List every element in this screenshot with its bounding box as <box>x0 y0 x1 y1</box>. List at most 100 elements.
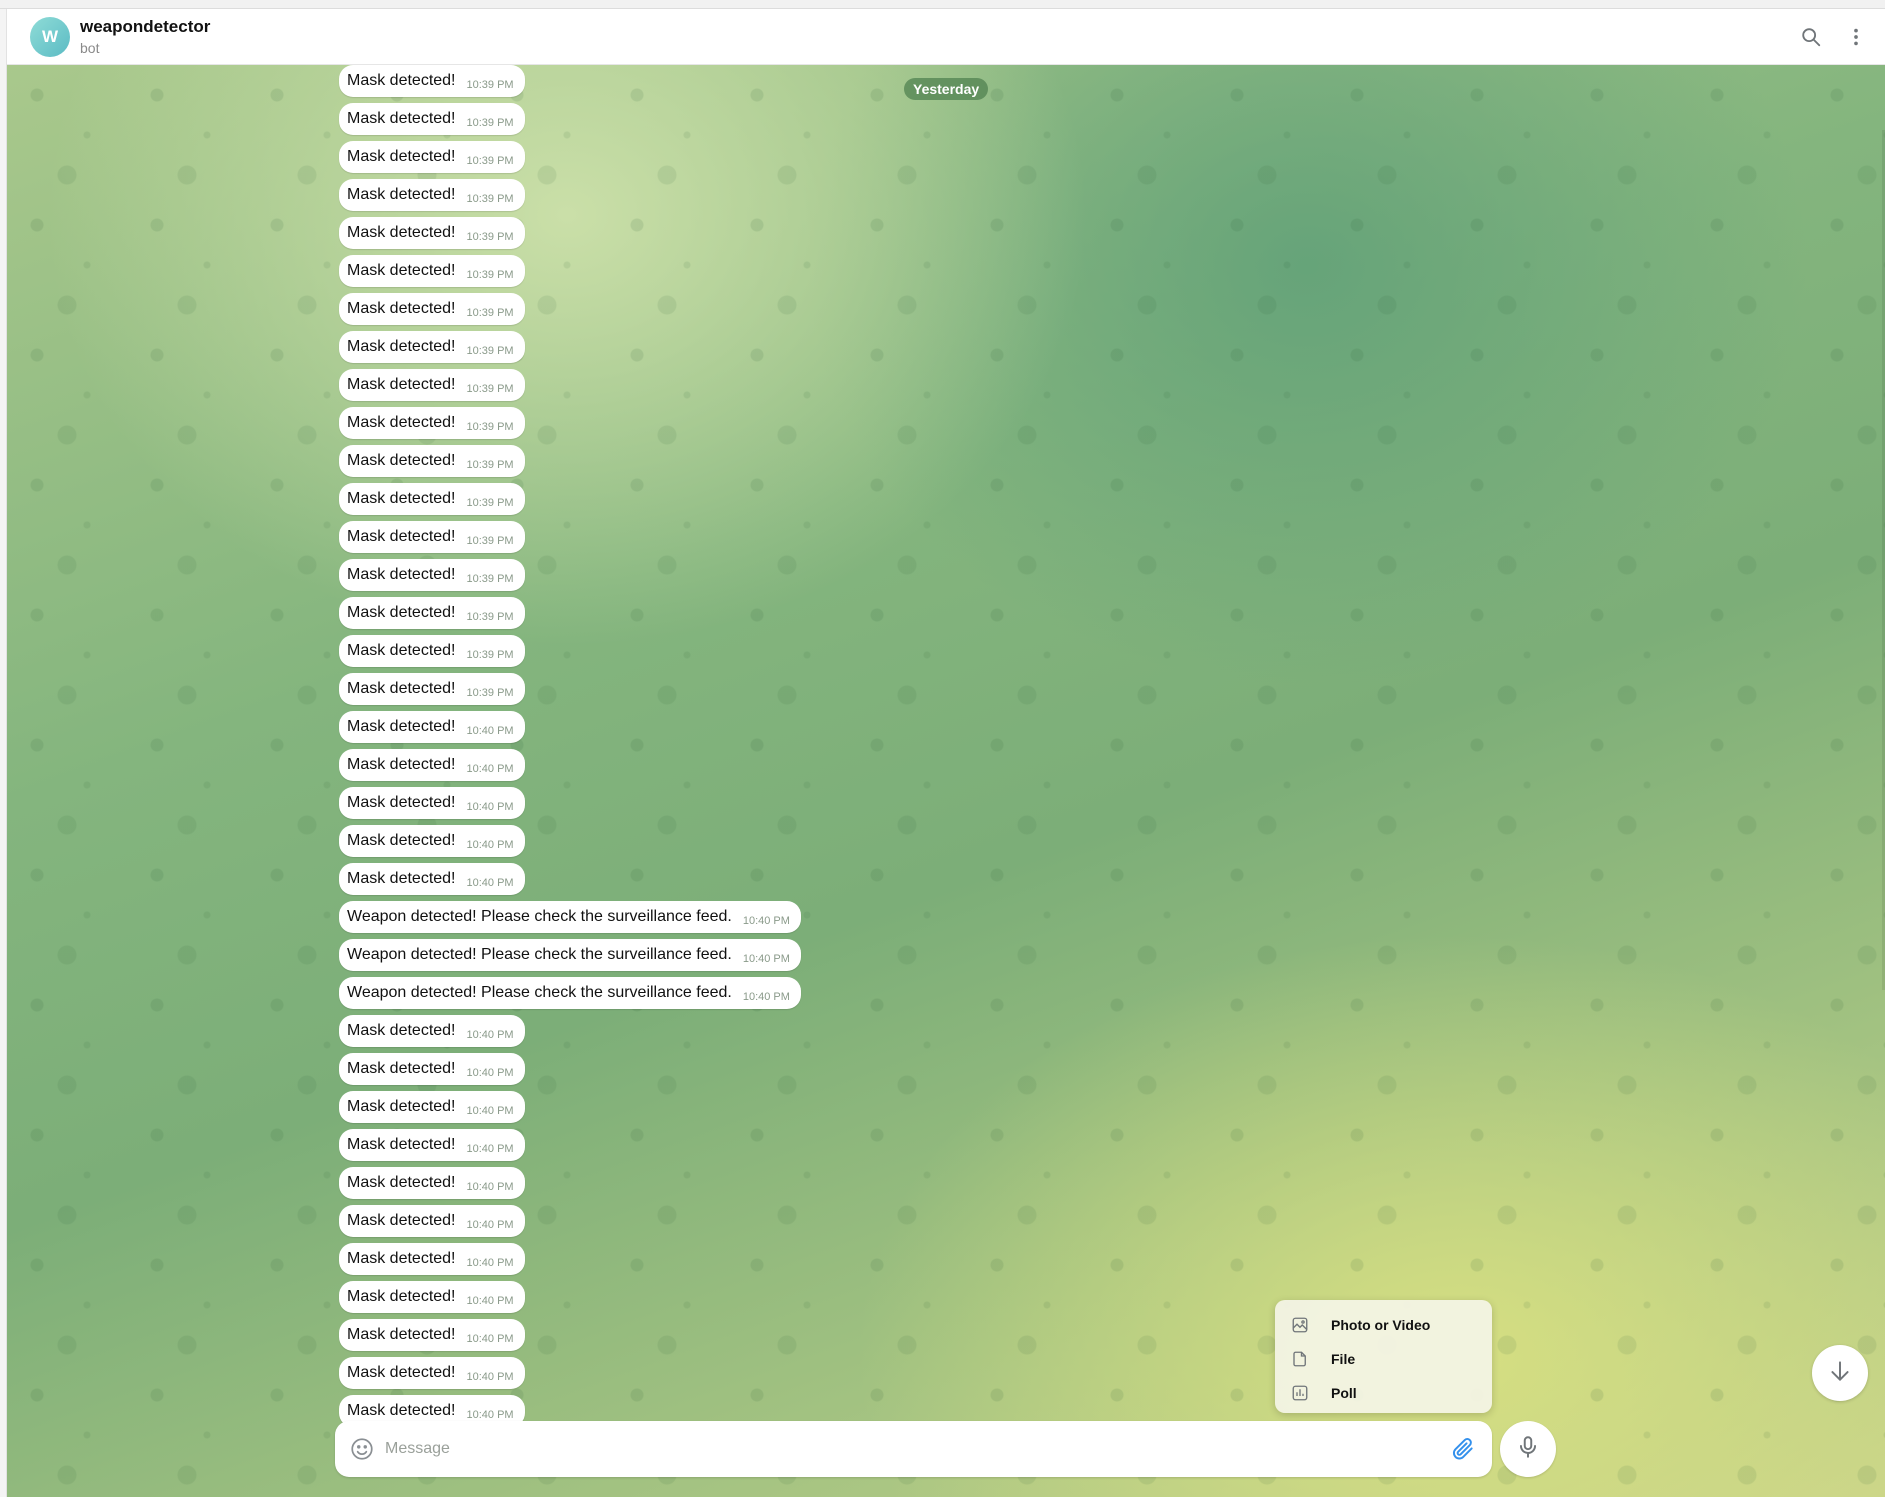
message-time: 10:40 PM <box>742 991 790 1003</box>
message-bubble[interactable]: Mask detected! 10:40 PM <box>339 1205 525 1237</box>
message-time: 10:39 PM <box>466 117 514 129</box>
microphone-button[interactable] <box>1500 1421 1556 1477</box>
message-bubble[interactable]: Mask detected! 10:40 PM <box>339 1091 525 1123</box>
message-bubble[interactable]: Mask detected! 10:39 PM <box>339 445 525 477</box>
message-bubble[interactable]: Mask detected! 10:39 PM <box>339 331 525 363</box>
arrow-down-icon <box>1827 1358 1853 1389</box>
message-bubble[interactable]: Mask detected! 10:40 PM <box>339 1281 525 1313</box>
message-bubble[interactable]: Mask detected! 10:39 PM <box>339 217 525 249</box>
message-text: Mask detected! <box>347 756 456 773</box>
message-bubble[interactable]: Weapon detected! Please check the survei… <box>339 939 801 971</box>
message-bubble[interactable]: Mask detected! 10:39 PM <box>339 483 525 515</box>
message-bubble[interactable]: Mask detected! 10:40 PM <box>339 863 525 895</box>
message-time: 10:40 PM <box>466 801 514 813</box>
message-bubble[interactable]: Mask detected! 10:39 PM <box>339 293 525 325</box>
message-bubble[interactable]: Mask detected! 10:40 PM <box>339 825 525 857</box>
message-time: 10:39 PM <box>466 421 514 433</box>
message-time: 10:39 PM <box>466 155 514 167</box>
message-text: Mask detected! <box>347 224 456 241</box>
message-bubble[interactable]: Mask detected! 10:39 PM <box>339 65 525 97</box>
message-text: Mask detected! <box>347 490 456 507</box>
message-text: Mask detected! <box>347 1326 456 1343</box>
chat-status: bot <box>80 40 100 56</box>
message-time: 10:40 PM <box>466 1333 514 1345</box>
message-text: Mask detected! <box>347 1288 456 1305</box>
message-time: 10:39 PM <box>466 573 514 585</box>
avatar[interactable]: W <box>30 17 70 57</box>
message-text: Mask detected! <box>347 1136 456 1153</box>
message-bubble[interactable]: Weapon detected! Please check the survei… <box>339 901 801 933</box>
message-text: Mask detected! <box>347 186 456 203</box>
attach-menu-label: File <box>1331 1351 1356 1367</box>
message-time: 10:39 PM <box>466 307 514 319</box>
message-time: 10:40 PM <box>466 1257 514 1269</box>
message-text: Weapon detected! Please check the survei… <box>347 984 732 1001</box>
message-time: 10:40 PM <box>466 1067 514 1079</box>
message-bubble[interactable]: Mask detected! 10:39 PM <box>339 255 525 287</box>
message-time: 10:39 PM <box>466 497 514 509</box>
message-text: Mask detected! <box>347 794 456 811</box>
paperclip-icon[interactable] <box>1450 1436 1476 1462</box>
scroll-down-button[interactable] <box>1812 1345 1868 1401</box>
message-bubble[interactable]: Mask detected! 10:40 PM <box>339 1319 525 1351</box>
message-bubble[interactable]: Mask detected! 10:39 PM <box>339 635 525 667</box>
message-time: 10:39 PM <box>466 231 514 243</box>
message-bubble[interactable]: Mask detected! 10:40 PM <box>339 787 525 819</box>
message-text: Mask detected! <box>347 604 456 621</box>
message-time: 10:39 PM <box>466 535 514 547</box>
message-text: Mask detected! <box>347 1364 456 1381</box>
message-input[interactable] <box>385 1435 1385 1463</box>
message-bubble[interactable]: Mask detected! 10:40 PM <box>339 1167 525 1199</box>
message-bubble[interactable]: Mask detected! 10:40 PM <box>339 1243 525 1275</box>
message-text: Mask detected! <box>347 376 456 393</box>
message-text: Mask detected! <box>347 642 456 659</box>
message-text: Mask detected! <box>347 148 456 165</box>
chat-title[interactable]: weapondetector <box>80 17 210 37</box>
chat-background <box>7 65 1885 1497</box>
message-text: Mask detected! <box>347 338 456 355</box>
message-text: Mask detected! <box>347 528 456 545</box>
message-bubble[interactable]: Mask detected! 10:40 PM <box>339 711 525 743</box>
message-time: 10:40 PM <box>466 839 514 851</box>
message-bubble[interactable]: Mask detected! 10:39 PM <box>339 141 525 173</box>
attach-menu-item-poll[interactable]: Poll <box>1275 1376 1492 1410</box>
message-text: Weapon detected! Please check the survei… <box>347 908 732 925</box>
more-vertical-icon[interactable] <box>1843 24 1869 50</box>
message-bubble[interactable]: Mask detected! 10:39 PM <box>339 407 525 439</box>
message-time: 10:39 PM <box>466 611 514 623</box>
message-bubble[interactable]: Mask detected! 10:39 PM <box>339 179 525 211</box>
attach-menu-label: Poll <box>1331 1385 1357 1401</box>
attach-menu-item-photo-or-video[interactable]: Photo or Video <box>1275 1308 1492 1342</box>
message-time: 10:39 PM <box>466 79 514 91</box>
message-bubble[interactable]: Mask detected! 10:39 PM <box>339 559 525 591</box>
message-bubble[interactable]: Mask detected! 10:39 PM <box>339 673 525 705</box>
message-bubble[interactable]: Mask detected! 10:39 PM <box>339 597 525 629</box>
message-time: 10:40 PM <box>466 1295 514 1307</box>
message-time: 10:40 PM <box>466 725 514 737</box>
message-time: 10:39 PM <box>466 193 514 205</box>
message-time: 10:40 PM <box>466 1181 514 1193</box>
message-bubble[interactable]: Mask detected! 10:40 PM <box>339 1015 525 1047</box>
message-bubble[interactable]: Mask detected! 10:39 PM <box>339 369 525 401</box>
attach-menu-item-file[interactable]: File <box>1275 1342 1492 1376</box>
message-text: Mask detected! <box>347 1098 456 1115</box>
message-bubble[interactable]: Mask detected! 10:40 PM <box>339 1357 525 1389</box>
message-time: 10:39 PM <box>466 649 514 661</box>
search-icon[interactable] <box>1798 24 1824 50</box>
message-time: 10:39 PM <box>466 687 514 699</box>
message-text: Mask detected! <box>347 566 456 583</box>
message-time: 10:39 PM <box>466 383 514 395</box>
message-bubble[interactable]: Weapon detected! Please check the survei… <box>339 977 801 1009</box>
message-bubble[interactable]: Mask detected! 10:40 PM <box>339 1053 525 1085</box>
emoji-icon[interactable] <box>349 1436 375 1462</box>
message-text: Mask detected! <box>347 870 456 887</box>
left-edge-panel <box>0 9 7 1497</box>
message-bubble[interactable]: Mask detected! 10:40 PM <box>339 1129 525 1161</box>
message-composer <box>335 1421 1492 1477</box>
message-text: Mask detected! <box>347 300 456 317</box>
message-bubble[interactable]: Mask detected! 10:39 PM <box>339 103 525 135</box>
message-bubble[interactable]: Mask detected! 10:39 PM <box>339 521 525 553</box>
message-text: Mask detected! <box>347 262 456 279</box>
message-bubble[interactable]: Mask detected! 10:40 PM <box>339 749 525 781</box>
message-text: Mask detected! <box>347 718 456 735</box>
